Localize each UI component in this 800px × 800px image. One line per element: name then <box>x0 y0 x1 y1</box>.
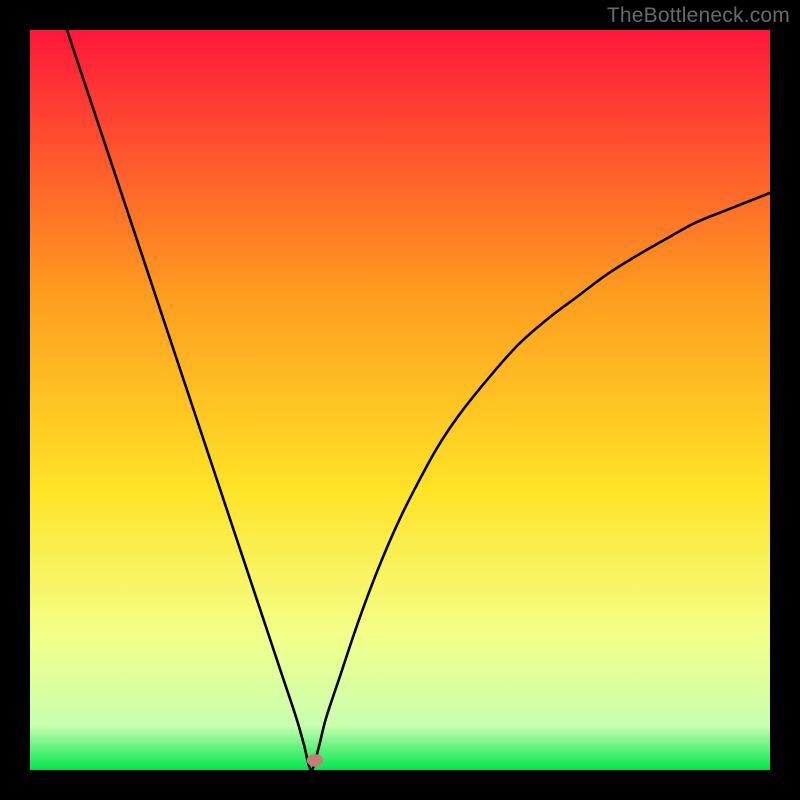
watermark-text: TheBottleneck.com <box>607 4 790 28</box>
minimum-marker <box>307 754 323 767</box>
gradient-background <box>30 30 770 770</box>
chart-frame: TheBottleneck.com <box>0 0 800 800</box>
chart-svg <box>30 30 770 770</box>
chart-plot-area <box>30 30 770 770</box>
